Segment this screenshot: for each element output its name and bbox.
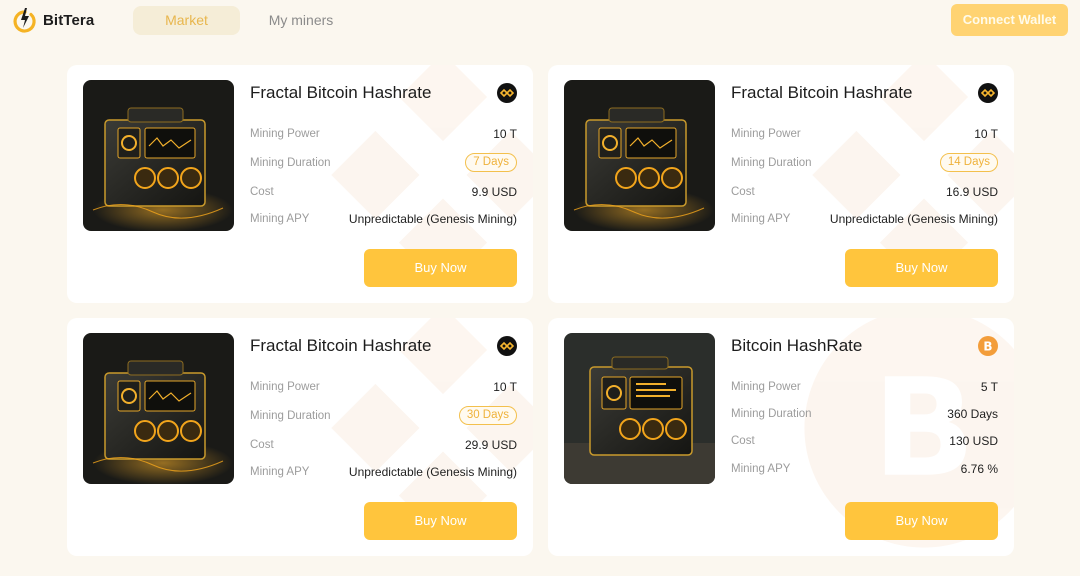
svg-text:B: B: [872, 350, 975, 507]
buy-now-button[interactable]: Buy Now: [845, 249, 998, 287]
card-title: Fractal Bitcoin Hashrate: [250, 336, 432, 355]
mining-apy-value: Unpredictable (Genesis Mining): [348, 212, 517, 226]
top-bar: BitTera Market My miners Connect Wallet: [0, 0, 1080, 42]
mining-duration-badge: 30 Days: [458, 406, 517, 425]
mining-apy-label: Mining APY: [250, 466, 310, 478]
product-card: B Bitcoin HashRate B Mining Power 5 T Mi…: [548, 318, 1014, 556]
mining-apy-value: 6.76 %: [960, 462, 998, 476]
cost-value: 130 USD: [949, 434, 998, 448]
brand-name: BitTera: [43, 11, 95, 29]
mining-duration-value: 360 Days: [947, 407, 998, 421]
cost-value: 9.9 USD: [471, 185, 517, 199]
buy-now-button[interactable]: Buy Now: [364, 502, 517, 540]
product-card: Fractal Bitcoin Hashrate Mining Power 10…: [67, 65, 533, 303]
tab-my-miners[interactable]: My miners: [255, 6, 347, 35]
miner-product-image: [83, 80, 234, 231]
fractal-icon: [978, 83, 998, 103]
mining-power-label: Mining Power: [250, 128, 320, 140]
cost-value: 29.9 USD: [464, 438, 517, 452]
mining-duration-badge: 7 Days: [465, 153, 517, 172]
mining-power-label: Mining Power: [250, 381, 320, 393]
card-title: Fractal Bitcoin Hashrate: [250, 83, 432, 102]
brand-logo[interactable]: BitTera: [12, 6, 94, 34]
mining-duration-label: Mining Duration: [731, 157, 812, 169]
bitcoin-icon: B: [978, 336, 998, 356]
product-card: Fractal Bitcoin Hashrate Mining Power 10…: [67, 318, 533, 556]
miner-product-image: [564, 333, 715, 484]
fractal-icon: [497, 83, 517, 103]
cost-label: Cost: [250, 439, 274, 451]
mining-power-label: Mining Power: [731, 381, 801, 393]
fractal-icon: [497, 336, 517, 356]
mining-apy-label: Mining APY: [250, 213, 310, 225]
mining-apy-label: Mining APY: [731, 463, 791, 475]
mining-duration-label: Mining Duration: [731, 408, 812, 420]
mining-apy-label: Mining APY: [731, 213, 791, 225]
tab-market[interactable]: Market: [133, 6, 240, 35]
mining-apy-value: Unpredictable (Genesis Mining): [348, 465, 517, 479]
svg-text:B: B: [983, 340, 992, 354]
connect-wallet-button[interactable]: Connect Wallet: [951, 4, 1068, 36]
card-title: Bitcoin HashRate: [731, 336, 863, 355]
mining-duration-badge: 14 Days: [939, 153, 998, 172]
cost-label: Cost: [250, 186, 274, 198]
buy-now-button[interactable]: Buy Now: [364, 249, 517, 287]
cost-value: 16.9 USD: [945, 185, 998, 199]
card-title: Fractal Bitcoin Hashrate: [731, 83, 913, 102]
buy-now-button[interactable]: Buy Now: [845, 502, 998, 540]
cost-label: Cost: [731, 186, 755, 198]
mining-power-label: Mining Power: [731, 128, 801, 140]
bittera-logo-icon: [13, 8, 36, 33]
mining-apy-value: Unpredictable (Genesis Mining): [829, 212, 998, 226]
mining-power-value: 5 T: [980, 380, 998, 394]
mining-duration-label: Mining Duration: [250, 410, 331, 422]
product-card: Fractal Bitcoin Hashrate Mining Power 10…: [548, 65, 1014, 303]
mining-power-value: 10 T: [974, 127, 998, 141]
miner-product-image: [83, 333, 234, 484]
mining-power-value: 10 T: [493, 380, 517, 394]
mining-power-value: 10 T: [493, 127, 517, 141]
mining-duration-label: Mining Duration: [250, 157, 331, 169]
cost-label: Cost: [731, 435, 755, 447]
miner-product-image: [564, 80, 715, 231]
